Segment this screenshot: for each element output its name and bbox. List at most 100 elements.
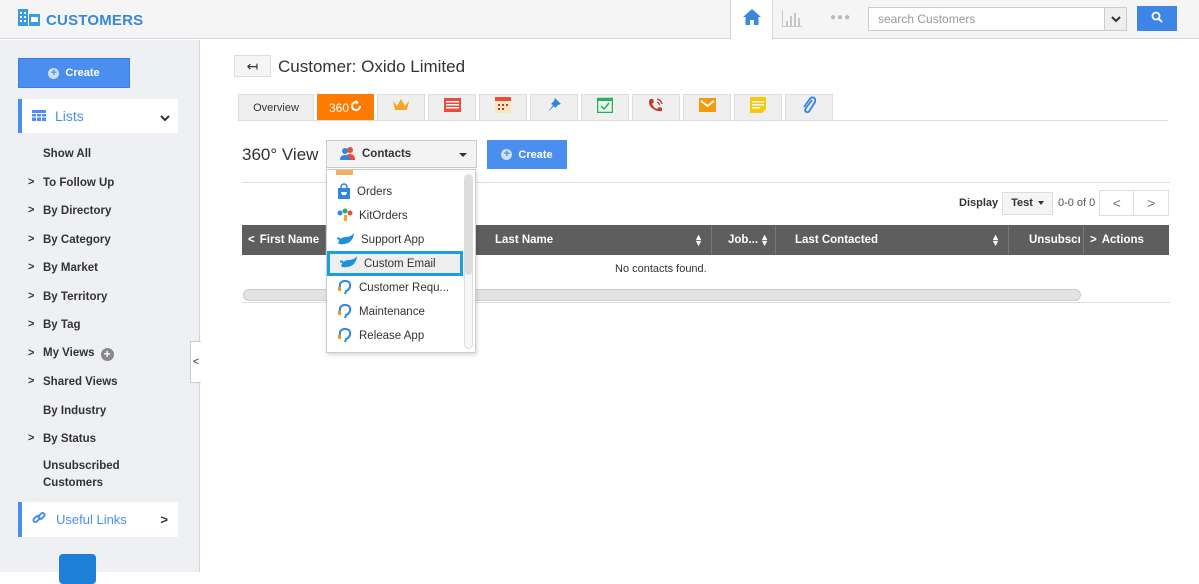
more-dots-icon[interactable]: ●●● <box>830 12 851 23</box>
tab-notes[interactable] <box>734 94 782 120</box>
plus-circle-icon: + <box>48 67 60 79</box>
sidebar-item-shared-views[interactable]: > Shared Views <box>0 368 200 397</box>
column-last-contacted[interactable]: Last Contacted ▲ ▼ <box>776 225 1009 255</box>
lists-label: Lists <box>55 108 84 124</box>
invoice-icon <box>443 98 461 117</box>
sidebar-item-by-directory[interactable]: > By Directory <box>0 197 200 226</box>
search-button[interactable] <box>1137 6 1177 31</box>
partial-item-icon <box>336 170 353 175</box>
reports-button[interactable] <box>782 10 802 32</box>
empty-message: No contacts found. <box>615 263 707 275</box>
tab-overview[interactable]: Overview <box>238 94 314 120</box>
view-title: 360° View <box>242 145 319 164</box>
tab-pinned[interactable] <box>530 94 578 120</box>
search-input[interactable] <box>869 8 1104 30</box>
tab-calls[interactable] <box>632 94 680 120</box>
display-label: Display <box>959 197 999 209</box>
record-count: 0-0 of 0 <box>1057 197 1096 209</box>
sidebar-collapse-toggle[interactable]: < <box>190 341 201 383</box>
tab-emails[interactable] <box>683 94 731 120</box>
sidebar-item-by-market[interactable]: > By Market <box>0 254 200 283</box>
dropdown-scrollbar[interactable] <box>464 174 473 349</box>
sidebar-item-to-follow-up[interactable]: > To Follow Up <box>0 169 200 198</box>
calendar-icon <box>495 97 511 118</box>
sidebar-item-by-category[interactable]: > By Category <box>0 226 200 255</box>
crown-icon <box>392 98 410 117</box>
create-label: Create <box>65 67 100 79</box>
dropdown-option-orders[interactable]: Orders <box>327 180 463 204</box>
sidebar-item-by-territory[interactable]: > By Territory <box>0 283 200 312</box>
chevron-right-icon: > <box>28 375 35 387</box>
scrollbar-thumb[interactable] <box>465 175 472 275</box>
dropdown-option-support-app[interactable]: Support App <box>327 228 463 252</box>
sidebar-create-button[interactable]: + Create <box>18 58 130 88</box>
useful-links-header[interactable]: Useful Links > <box>18 502 178 537</box>
sidebar-item-my-views[interactable]: > My Views + <box>0 340 200 369</box>
bar-chart-icon <box>782 10 802 31</box>
chevron-right-icon: > <box>28 432 35 444</box>
chevron-right-icon: > <box>160 512 168 527</box>
select-value: Contacts <box>362 148 412 160</box>
tab-invoices[interactable] <box>428 94 476 120</box>
brand[interactable]: CUSTOMERS <box>18 9 143 31</box>
column-job[interactable]: Job... ▲ ▼ <box>712 225 776 255</box>
chevron-right-icon: > <box>28 175 35 188</box>
useful-links-label: Useful Links <box>56 512 127 527</box>
create-related-button[interactable]: + Create <box>487 140 567 169</box>
tab-tasks[interactable] <box>581 94 629 120</box>
app-title: CUSTOMERS <box>46 11 144 29</box>
back-button[interactable]: ↤ <box>234 55 271 77</box>
link-icon <box>32 511 46 528</box>
dropdown-option-maintenance[interactable]: Maintenance <box>327 300 463 324</box>
chevron-right-icon: > <box>28 204 35 216</box>
column-last-name[interactable]: Last Name ▲ ▼ <box>482 225 712 255</box>
sidebar-item-by-industry[interactable]: By Industry <box>0 397 200 426</box>
tab-360[interactable]: 360 <box>317 94 374 120</box>
table-grid-icon <box>32 108 46 124</box>
sidebar-item-by-tag[interactable]: > By Tag <box>0 311 200 340</box>
chevron-left-icon: < <box>1112 195 1121 211</box>
tab-attachments[interactable] <box>785 94 833 120</box>
dropdown-option-release-app[interactable]: Release App <box>327 324 463 348</box>
scroll-to-top-button[interactable] <box>59 554 96 584</box>
column-first-name[interactable]: < First Name <box>242 225 326 255</box>
sort-icon: ▲ ▼ <box>694 232 703 248</box>
chevron-right-icon: > <box>28 289 35 302</box>
dropdown-option-customer-requests[interactable]: Customer Requ... <box>327 276 463 300</box>
page-title: Customer: Oxido Limited <box>278 57 466 76</box>
task-check-icon <box>596 97 614 118</box>
add-view-button[interactable]: + <box>100 347 114 361</box>
lists-header[interactable]: Lists <box>18 99 178 133</box>
building-icon <box>18 9 40 31</box>
chevron-left-icon: < <box>192 356 200 368</box>
chevron-right-icon: > <box>28 346 35 359</box>
search-filter-dropdown[interactable] <box>1104 8 1126 30</box>
sidebar-item-by-status[interactable]: > By Status <box>0 425 200 454</box>
column-unsubscribed[interactable]: Unsubscı <box>1009 225 1084 255</box>
dropdown-option-kitorders[interactable]: KitOrders <box>327 204 463 228</box>
home-button[interactable] <box>730 0 773 39</box>
chevron-right-icon: > <box>28 232 35 245</box>
top-bar: CUSTOMERS ●●● <box>0 0 1199 39</box>
record-tabs: Overview 360 <box>238 94 1168 121</box>
chevron-right-icon: > <box>1147 195 1156 211</box>
tab-opportunities[interactable] <box>377 94 425 120</box>
sidebar-item-show-all[interactable]: Show All <box>0 140 200 169</box>
next-page-button[interactable]: > <box>1134 191 1169 215</box>
prev-page-button[interactable]: < <box>1100 191 1135 215</box>
pin-icon <box>546 97 562 118</box>
column-actions[interactable]: > Actions <box>1084 225 1169 255</box>
sidebar-item-unsubscribed[interactable]: Unsubscribed Customers <box>0 454 200 496</box>
headset-icon <box>337 303 353 322</box>
display-select[interactable]: Test <box>1002 191 1053 215</box>
dropdown-option-custom-email[interactable]: Custom Email <box>327 251 463 276</box>
tab-calendar[interactable] <box>479 94 527 120</box>
kit-icon <box>337 208 353 225</box>
refresh-icon <box>350 100 362 115</box>
sort-icon: ▲ ▼ <box>991 232 1000 248</box>
paperclip-icon <box>802 96 817 119</box>
sort-icon: ▲ ▼ <box>760 232 769 248</box>
headset-icon <box>337 279 353 298</box>
leaf-icon <box>336 232 355 248</box>
related-module-select[interactable]: Contacts <box>326 140 477 168</box>
